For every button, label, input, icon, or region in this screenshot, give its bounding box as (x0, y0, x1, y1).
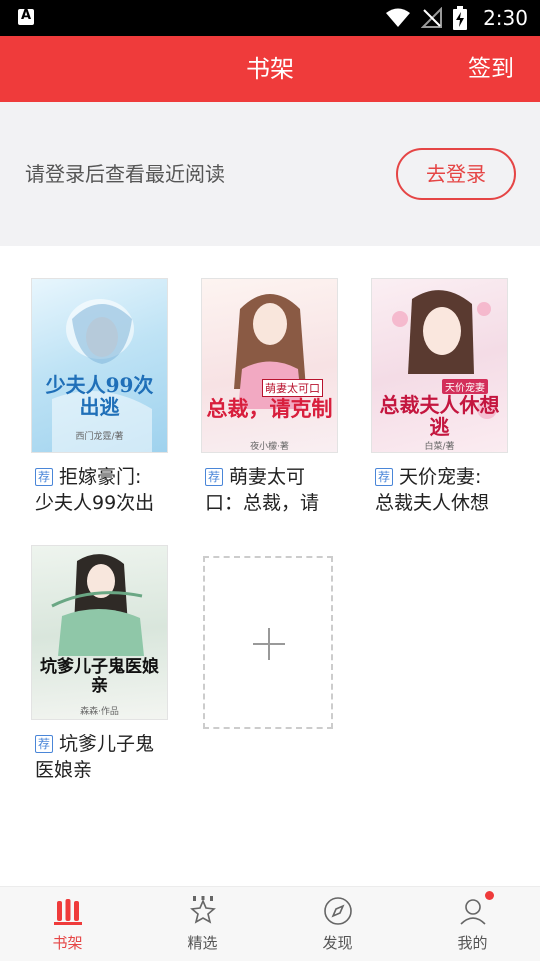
app-header: 书架 签到 (0, 36, 540, 102)
book-title: 荐天价宠妻: 总裁夫人休想 (375, 464, 511, 516)
book-title: 荐萌妻太可口：总裁，请 (205, 464, 341, 516)
book-title-line2: 少夫人99次出 (35, 492, 155, 514)
tab-profile[interactable]: 我的 (405, 887, 540, 961)
cover-author: 白菜/著 (424, 442, 455, 452)
book-title-line1: 萌妻太可 (229, 466, 306, 488)
login-prompt-panel: 请登录后查看最近阅读 去登录 (0, 102, 540, 246)
tab-featured[interactable]: 精选 (135, 887, 270, 961)
cover-author: 西门龙霆/著 (75, 432, 124, 442)
status-icons: 2:30 (385, 0, 528, 36)
recommend-tag: 荐 (205, 468, 223, 486)
cover-title: 总裁夫人休想逃 (379, 393, 500, 439)
book-title-line1: 坑爹儿子鬼 (59, 733, 155, 755)
cover-title: 少夫人99次出逃 (45, 373, 154, 419)
recommend-tag: 荐 (375, 468, 393, 486)
login-prompt-text: 请登录后查看最近阅读 (25, 162, 225, 186)
checkin-button[interactable]: 签到 (468, 36, 514, 102)
cover-illustration (52, 299, 152, 452)
battery-charging-icon (453, 6, 468, 30)
book-title: 荐拒嫁豪门: 少夫人99次出 (35, 464, 171, 516)
compass-icon (323, 897, 352, 925)
star-icon (189, 896, 216, 924)
profile-icon (459, 899, 486, 925)
bottom-nav: 书架 精选 发现 我的 (0, 886, 540, 961)
tab-bookshelf-label: 书架 (52, 934, 83, 952)
book-cover: 坑爹儿子鬼医娘亲 森森·作品 (31, 545, 168, 720)
book-title-line2: 医娘亲 (35, 759, 93, 781)
cover-title: 坑爹儿子鬼医娘亲 (40, 657, 159, 696)
book-cover: 萌妻太可口 总裁，请克制 夜小檬·著 (201, 278, 338, 453)
book-title: 荐坑爹儿子鬼医娘亲 (35, 731, 171, 783)
add-book-button[interactable] (203, 556, 333, 729)
tab-featured-label: 精选 (187, 934, 218, 952)
cover-badge: 萌妻太可口 (262, 379, 323, 397)
cover-badge: 天价宠妻 (442, 379, 488, 394)
status-bar: 2:30 (0, 0, 540, 36)
tab-discover-label: 发现 (322, 934, 353, 952)
book-cover: 少夫人99次出逃 西门龙霆/著 (31, 278, 168, 453)
recommend-tag: 荐 (35, 735, 53, 753)
app-notification-icon (18, 8, 34, 25)
wifi-icon (386, 8, 411, 27)
plus-icon (253, 628, 285, 660)
cover-title: 总裁，请克制 (206, 396, 333, 421)
book-cover: 天价宠妻 总裁夫人休想逃 白菜/著 (371, 278, 508, 453)
book-title-line1: 拒嫁豪门: (59, 466, 142, 488)
login-button[interactable]: 去登录 (396, 148, 516, 200)
status-clock: 2:30 (483, 6, 528, 30)
book-title-line2: 总裁夫人休想 (375, 492, 490, 514)
bookshelf-icon (53, 899, 82, 925)
cover-author: 森森·作品 (80, 707, 119, 717)
tab-discover[interactable]: 发现 (270, 887, 405, 961)
tab-profile-label: 我的 (457, 934, 488, 952)
cover-author: 夜小檬·著 (250, 442, 289, 452)
notification-dot (485, 891, 494, 900)
recommend-tag: 荐 (35, 468, 53, 486)
page-title: 书架 (246, 55, 294, 83)
tab-bookshelf[interactable]: 书架 (0, 887, 135, 961)
cover-illustration (234, 294, 306, 409)
book-title-line2: 口：总裁，请 (205, 492, 320, 514)
no-signal-icon (421, 7, 443, 28)
book-title-line1: 天价宠妻: (399, 466, 482, 488)
